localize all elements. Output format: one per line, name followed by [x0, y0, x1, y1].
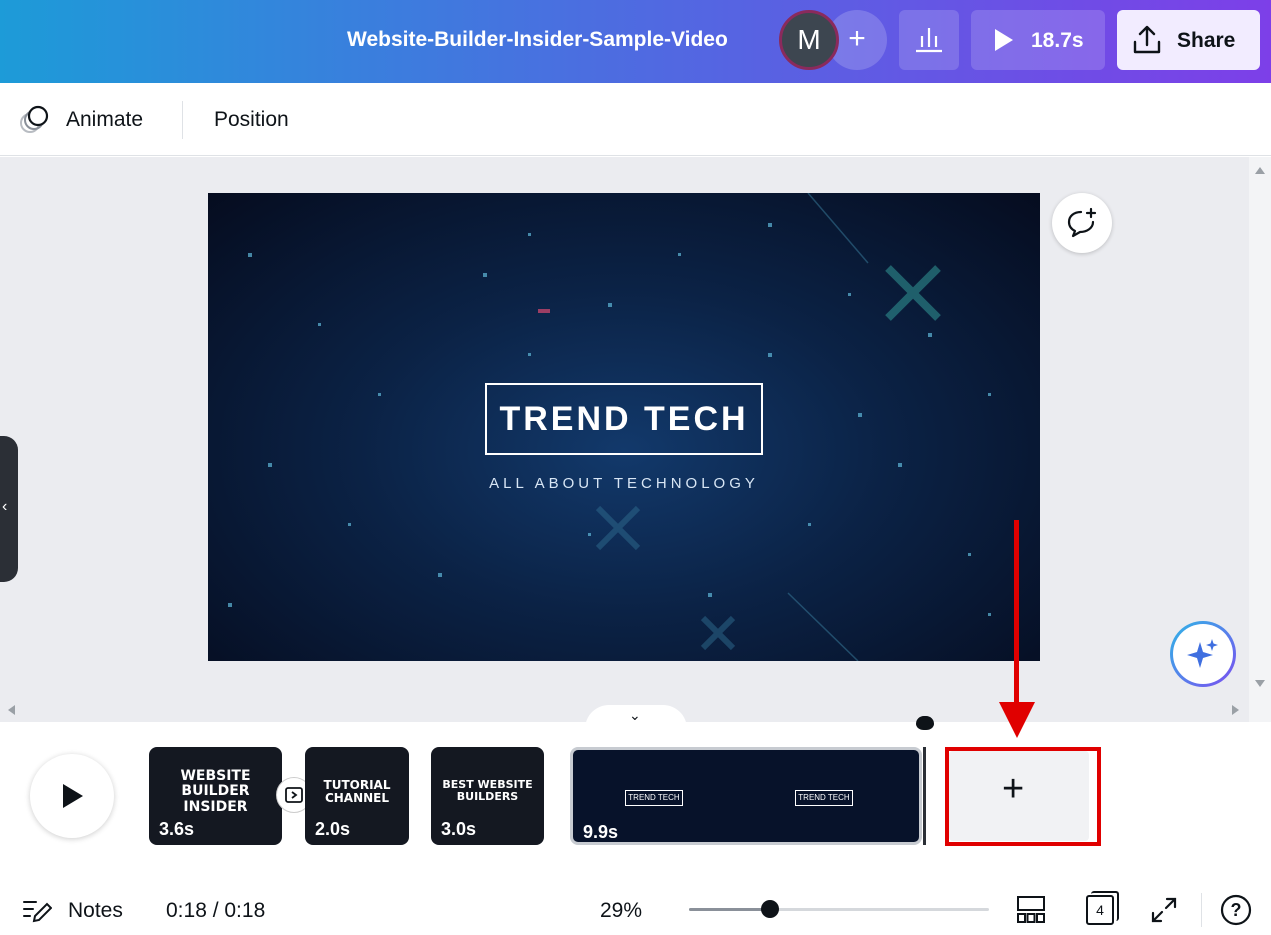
clip-1-text: WEBSITE BUILDER INSIDER	[180, 768, 251, 815]
clip-4-thumb-title-b: TREND TECH	[795, 790, 853, 806]
add-comment-button[interactable]	[1052, 193, 1112, 253]
transition-icon	[285, 787, 303, 803]
play-icon	[63, 784, 83, 808]
grid-view-icon	[1017, 896, 1045, 923]
slide-subtitle[interactable]: ALL ABOUT TECHNOLOGY	[408, 475, 840, 492]
chevron-down-icon: ⌄	[629, 707, 641, 723]
expand-icon	[1151, 897, 1177, 923]
help-icon: ?	[1220, 894, 1252, 926]
help-button[interactable]: ?	[1219, 893, 1253, 927]
scroll-left-icon[interactable]	[8, 705, 15, 715]
timeline-clip-1[interactable]: WEBSITE BUILDER INSIDER 3.6s	[149, 747, 282, 845]
animate-button[interactable]: Animate	[18, 103, 143, 137]
annotation-highlight-box	[945, 747, 1101, 846]
clip-3-text: BEST WEBSITE BUILDERS	[442, 778, 533, 804]
share-button[interactable]: Share	[1117, 10, 1260, 70]
annotation-arrow-head	[999, 702, 1035, 738]
context-toolbar: Animate Position	[0, 83, 1271, 156]
timeline-clip-2[interactable]: TUTORIAL CHANNEL 2.0s	[305, 747, 409, 845]
scrollbar-corner	[1249, 698, 1271, 722]
clip-2-duration: 2.0s	[315, 819, 351, 839]
timeline-clip-4-selected[interactable]: TREND TECH TREND TECH 9.9s	[570, 747, 922, 845]
magic-assistant-button[interactable]	[1170, 621, 1236, 687]
slide-canvas[interactable]: TREND TECH ALL ABOUT TECHNOLOGY	[208, 193, 1040, 661]
side-panel-toggle[interactable]: ‹	[0, 436, 18, 582]
clip-2-text: TUTORIAL CHANNEL	[323, 778, 391, 806]
clip-3-duration: 3.0s	[441, 819, 477, 839]
comment-plus-icon	[1067, 207, 1097, 238]
vertical-scrollbar[interactable]	[1249, 157, 1271, 698]
document-title[interactable]: Website-Builder-Insider-Sample-Video	[347, 28, 728, 52]
upload-icon	[1133, 25, 1161, 54]
timeline-clip-3[interactable]: BEST WEBSITE BUILDERS 3.0s	[431, 747, 544, 845]
position-button[interactable]: Position	[214, 108, 289, 132]
user-avatar[interactable]: M	[779, 10, 839, 70]
playhead-line[interactable]	[923, 747, 926, 845]
insights-button[interactable]	[899, 10, 959, 70]
sparkle-icon	[1187, 639, 1218, 668]
annotation-arrow-shaft	[1014, 520, 1019, 720]
notes-label: Notes	[68, 899, 123, 922]
clip-4-duration: 9.9s	[583, 822, 619, 842]
zoom-slider-thumb[interactable]	[761, 900, 779, 918]
playback-time: 0:18 / 0:18	[166, 899, 266, 922]
footer-divider	[1201, 893, 1202, 927]
slide-title[interactable]: TREND TECH	[485, 383, 763, 455]
present-button[interactable]: 18.7s	[971, 10, 1105, 70]
clip-4-thumb-title-a: TREND TECH	[625, 790, 683, 806]
playhead-handle[interactable]	[916, 716, 934, 730]
collapse-timeline-button[interactable]: ⌄	[585, 705, 687, 729]
zoom-percentage[interactable]: 29%	[600, 899, 642, 923]
page-count-button[interactable]: 4	[1086, 895, 1114, 925]
animate-icon	[20, 105, 49, 133]
fullscreen-button[interactable]	[1147, 893, 1181, 927]
scroll-right-icon[interactable]	[1232, 705, 1239, 715]
share-label: Share	[1177, 29, 1236, 52]
svg-text:?: ?	[1231, 900, 1242, 920]
bar-chart-icon	[916, 28, 942, 53]
toolbar-divider	[182, 101, 183, 139]
scroll-down-icon[interactable]	[1255, 680, 1265, 687]
chevron-left-icon: ‹	[2, 498, 8, 515]
clip-1-duration: 3.6s	[159, 819, 195, 839]
grid-view-button[interactable]	[1014, 893, 1048, 927]
scroll-up-icon[interactable]	[1255, 167, 1265, 174]
zoom-slider-fill	[689, 908, 770, 911]
animate-label: Animate	[66, 108, 144, 131]
notes-pencil-icon	[23, 901, 52, 923]
present-duration: 18.7s	[1031, 29, 1084, 52]
magic-button-inner	[1173, 624, 1233, 684]
notes-button[interactable]: Notes	[22, 897, 123, 925]
top-bar: Website-Builder-Insider-Sample-Video M +…	[0, 0, 1271, 83]
play-icon	[995, 29, 1013, 51]
timeline-play-button[interactable]	[30, 754, 114, 838]
